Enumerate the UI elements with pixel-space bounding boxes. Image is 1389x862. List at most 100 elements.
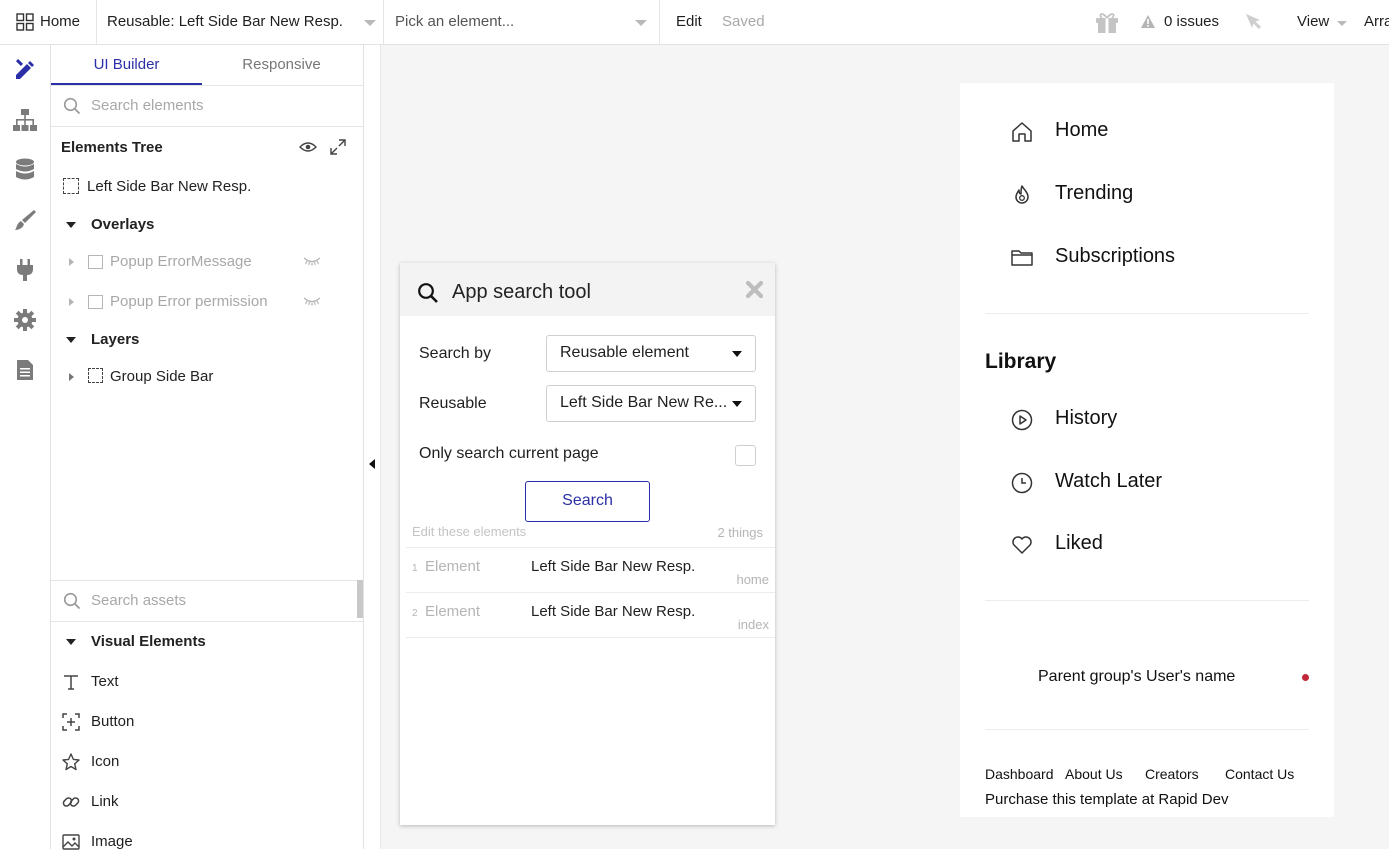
workflow-icon[interactable] [12,107,38,133]
panel-collapse-gutter[interactable] [364,45,381,849]
tab-ui-builder[interactable]: UI Builder [51,45,202,85]
element-picker-placeholder: Pick an element... [395,13,515,30]
purchase-text: Purchase this template at Rapid Dev [985,791,1229,808]
panel-scrollbar[interactable] [357,580,363,618]
database-icon[interactable] [12,157,38,183]
heart-icon [1010,533,1034,557]
chevron-down-icon [635,20,647,26]
saved-status: Saved [722,13,765,30]
search-icon [417,282,439,304]
result-type: Element [425,558,481,575]
search-icon [63,97,81,115]
design-tab-icon[interactable] [12,57,38,83]
search-button[interactable]: Search [525,481,650,522]
reusable-preview-sidebar: Home Trending Subscriptions Library Hist… [960,83,1334,817]
asset-icon-label: Icon [91,753,120,770]
play-circle-icon [1010,408,1034,432]
divider [985,600,1309,601]
footer-link-dashboard[interactable]: Dashboard [985,766,1054,782]
plugins-icon[interactable] [12,257,38,283]
search-elements-placeholder: Search elements [91,97,204,114]
asset-icon[interactable]: Icon [51,742,363,782]
warning-icon [1140,14,1156,29]
hidden-eye-icon[interactable] [303,256,321,266]
visual-elements-header[interactable]: Visual Elements [51,624,363,660]
nav-subscriptions[interactable]: Subscriptions [1010,237,1310,277]
search-elements-input[interactable]: Search elements [51,86,363,127]
collapse-arrow-icon[interactable] [369,459,375,469]
asset-text[interactable]: Text [51,662,363,702]
tree-overlays[interactable]: Overlays [51,207,363,243]
status-dot [1302,674,1309,681]
settings-gear-icon[interactable] [12,307,38,333]
page-selector[interactable]: Reusable: Left Side Bar New Resp. [97,0,383,44]
close-icon[interactable] [745,280,764,299]
caret-right-icon [69,258,74,266]
grid-icon [16,13,34,31]
flame-icon [1010,183,1034,207]
expand-icon[interactable] [330,139,346,155]
view-label: View [1297,13,1330,30]
nav-history[interactable]: History [1010,399,1310,439]
search-assets-input[interactable]: Search assets [51,581,363,622]
tree-popup-error-permission[interactable]: Popup Error permission [51,284,363,320]
hidden-eye-icon[interactable] [303,296,321,306]
reusable-dropdown[interactable]: Left Side Bar New Re... [546,385,756,422]
footer-link-contact-us[interactable]: Contact Us [1225,766,1294,782]
asset-image[interactable]: Image [51,822,363,862]
nav-trending-label: Trending [1055,182,1134,204]
eye-icon[interactable] [299,140,317,154]
text-icon [61,672,81,692]
tree-group-label: Group Side Bar [110,368,214,385]
only-current-page-checkbox[interactable] [735,445,756,466]
result-row[interactable]: 2 Element Left Side Bar New Resp. index [406,593,775,638]
inspect-cursor-icon[interactable] [1244,12,1264,32]
star-icon [61,752,81,772]
tab-responsive[interactable]: Responsive [206,45,357,85]
edit-mode[interactable]: Edit [676,13,702,30]
tree-popup-errormessage[interactable]: Popup ErrorMessage [51,244,363,280]
chevron-down-icon [1337,21,1347,26]
nav-liked-label: Liked [1055,532,1103,554]
dropdown-arrow-icon [732,401,742,407]
nav-watch-later[interactable]: Watch Later [1010,462,1310,502]
nav-home[interactable]: Home [1010,111,1310,151]
footer-link-about-us[interactable]: About Us [1065,766,1123,782]
caret-down-icon [66,639,76,645]
styles-brush-icon[interactable] [12,207,38,233]
tree-layers[interactable]: Layers [51,322,363,358]
search-by-dropdown[interactable]: Reusable element [546,335,756,372]
search-by-label: Search by [419,345,492,362]
edit-elements-hint: Edit these elements [412,524,527,539]
view-menu[interactable]: View [1290,0,1350,44]
only-current-page-label: Only search current page [419,445,599,462]
home-button[interactable]: Home [14,0,94,44]
tree-root-reusable[interactable]: Left Side Bar New Resp. [51,169,363,205]
popup-icon [88,255,103,269]
tree-group-side-bar[interactable]: Group Side Bar [51,359,363,395]
clock-icon [1010,471,1034,495]
elements-tree-title: Elements Tree [61,139,163,156]
result-index: 2 [412,608,418,619]
element-picker[interactable]: Pick an element... [384,0,659,44]
button-icon [61,712,81,732]
logs-document-icon[interactable] [12,357,38,383]
asset-button[interactable]: Button [51,702,363,742]
popup-icon [88,295,103,309]
elements-tree-header: Elements Tree [51,127,363,167]
result-row[interactable]: 1 Element Left Side Bar New Resp. home [406,548,775,593]
gift-icon[interactable] [1094,10,1120,34]
issues-count: 0 issues [1164,13,1220,30]
nav-trending[interactable]: Trending [1010,174,1310,214]
library-title: Library [985,350,1057,373]
app-search-tool: App search tool Search by Reusable eleme… [400,263,775,825]
footer-link-creators[interactable]: Creators [1145,766,1199,782]
nav-liked[interactable]: Liked [1010,524,1310,564]
arrange-menu[interactable]: Arra [1364,13,1389,30]
home-label: Home [40,13,81,30]
tree-popup2-label: Popup Error permission [110,293,268,310]
asset-link[interactable]: Link [51,782,363,822]
tree-popup1-label: Popup ErrorMessage [110,253,252,270]
issues-indicator[interactable]: 0 issues [1138,0,1233,44]
result-name: Left Side Bar New Resp. [531,558,696,575]
